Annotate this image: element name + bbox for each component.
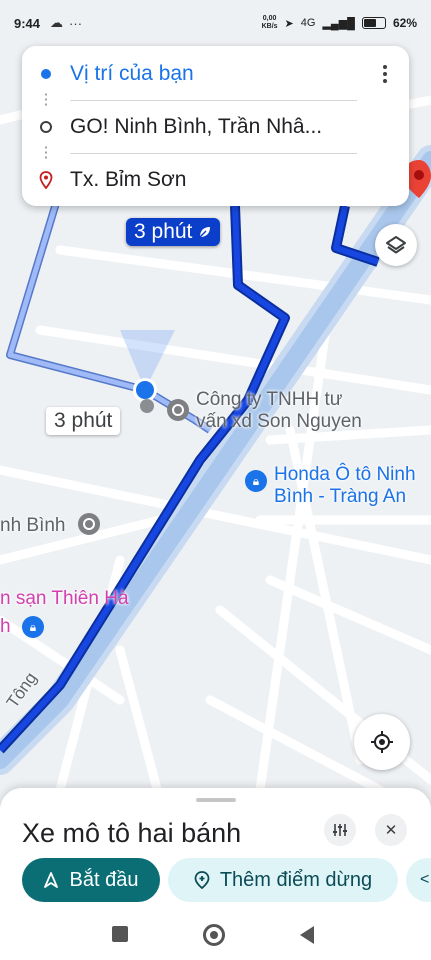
start-button[interactable]: Bắt đầu: [22, 858, 160, 902]
back-button[interactable]: [300, 926, 314, 944]
route-card: Vị trí của bạn GO! Ninh Bình, Trần Nhâ..…: [22, 46, 409, 206]
place-pin-icon[interactable]: [167, 399, 189, 421]
recents-button[interactable]: [112, 926, 128, 942]
place-label-ninh-binh[interactable]: nh Bình: [0, 515, 66, 537]
share-icon: <: [420, 871, 430, 888]
network-speed: 0,00 KB/s: [261, 15, 278, 30]
stop-label: GO! Ninh Bình, Trần Nhâ...: [70, 115, 323, 138]
place-label-hotel-2[interactable]: h: [0, 616, 11, 638]
add-stop-button[interactable]: Thêm điểm dừng: [168, 858, 398, 902]
crosshair-icon: [371, 731, 393, 753]
home-button[interactable]: [203, 924, 225, 946]
place-label-hotel[interactable]: n sạn Thiên Hà: [0, 588, 129, 610]
route-options-button[interactable]: [324, 814, 356, 846]
origin-row[interactable]: Vị trí của bạn: [22, 48, 409, 100]
share-button[interactable]: <: [406, 858, 431, 902]
add-location-icon: [194, 871, 210, 889]
my-location-button[interactable]: [354, 714, 410, 770]
stop-row[interactable]: GO! Ninh Bình, Trần Nhâ...: [22, 101, 409, 153]
car-dealer-pin-icon[interactable]: 🔒︎: [245, 470, 267, 492]
battery-percent: 62%: [392, 16, 417, 30]
location-arrow-icon: ➤: [284, 17, 294, 30]
origin-label: Vị trí của bạn: [70, 62, 194, 85]
signal-icon: ▂▄▆█: [322, 17, 355, 30]
travel-mode-title: Xe mô tô hai bánh: [22, 818, 242, 848]
place-label-honda[interactable]: Honda Ô tô Ninh Bình - Tràng An: [274, 464, 416, 508]
place-pin-icon[interactable]: [78, 513, 100, 535]
cloud-icon: ☁: [50, 15, 64, 30]
more-options-button[interactable]: [375, 62, 395, 86]
network-type: 4G: [300, 17, 316, 29]
more-vert-icon: [383, 65, 387, 69]
layers-button[interactable]: [375, 224, 417, 266]
stop-circle-icon: [40, 121, 52, 133]
destination-label: Tx. Bỉm Sơn: [70, 168, 187, 191]
close-icon: ✕: [384, 822, 398, 839]
destination-row[interactable]: Tx. Bỉm Sơn: [22, 154, 409, 206]
status-bar: 9:44 ☁ ··· 0,00 KB/s ➤ 4G ▂▄▆█ 62%: [0, 0, 431, 46]
battery-icon: [361, 17, 386, 29]
more-dots-icon: ···: [69, 15, 83, 31]
system-nav-bar: [0, 908, 431, 960]
start-button-label: Bắt đầu: [69, 868, 139, 891]
my-location-dot-icon: [41, 69, 51, 79]
tune-icon: [333, 824, 347, 836]
eco-leaf-icon: [199, 227, 211, 238]
navigation-arrow-icon: [43, 872, 58, 888]
alt-route-time-label[interactable]: 3 phút: [46, 407, 121, 435]
layers-icon: [386, 236, 406, 254]
status-time: 9:44: [14, 15, 41, 31]
route-time-text: 3 phút: [134, 220, 193, 243]
place-label-company[interactable]: Công ty TNHH tư vấn xd Son Nguyen: [196, 389, 362, 433]
close-button[interactable]: ✕: [375, 814, 407, 846]
route-time-label[interactable]: 3 phút: [126, 218, 221, 246]
destination-pin-icon: [39, 171, 53, 189]
drag-handle[interactable]: [196, 798, 236, 802]
hotel-pin-icon[interactable]: 🔒︎: [22, 616, 44, 638]
add-stop-label: Thêm điểm dừng: [219, 868, 373, 891]
